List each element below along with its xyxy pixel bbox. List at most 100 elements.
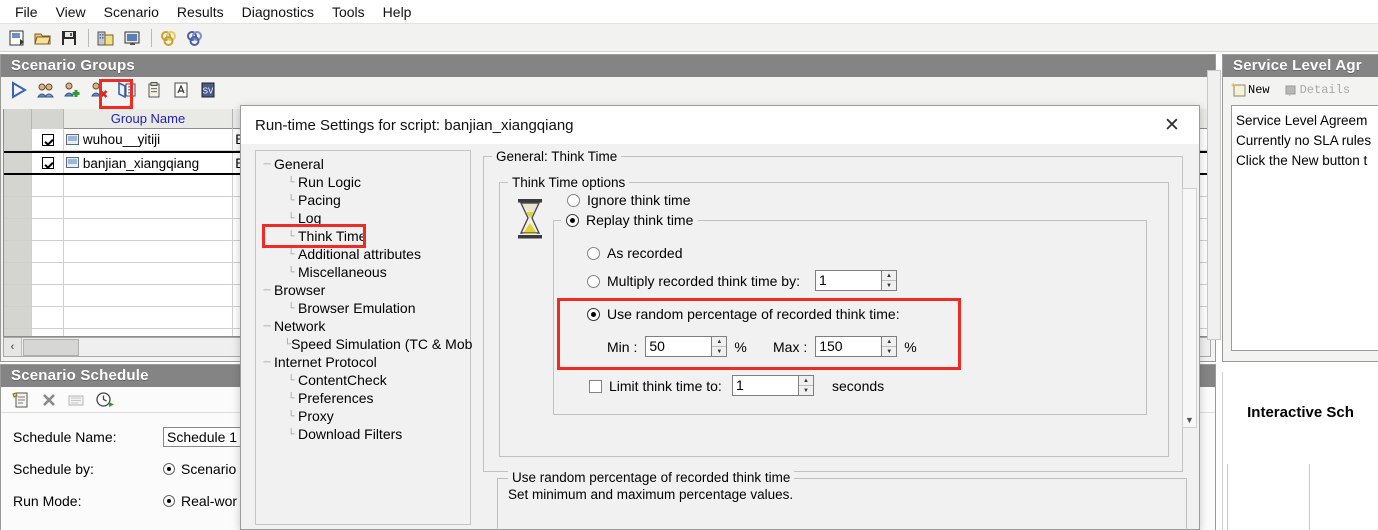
hscroll-thumb[interactable] (23, 338, 79, 356)
multiply-spinner-buttons[interactable]: ▲ ▼ (881, 270, 897, 291)
ignore-think-time-label: Ignore think time (587, 192, 691, 208)
settings-tree[interactable]: ─ General └ Run Logic └ Pacing └ Log └ Think Time… (255, 150, 472, 525)
as-recorded-radio[interactable] (587, 246, 600, 260)
replay-think-time-radio[interactable] (566, 213, 579, 227)
tree-item-speed-simulation-tc-mob[interactable]: └ Speed Simulation (TC & Mob (260, 335, 472, 353)
schedule-clock-icon[interactable] (91, 389, 119, 411)
multiply-value-input[interactable]: 1 (815, 270, 881, 291)
random-percentage-radio[interactable] (587, 307, 600, 321)
limit-think-time-checkbox[interactable] (589, 379, 602, 393)
multiply-radio[interactable] (587, 274, 600, 288)
start-scenario-icon[interactable] (157, 27, 181, 49)
enabled-checkbox[interactable] (42, 157, 55, 169)
tree-item-preferences[interactable]: └ Preferences (260, 389, 470, 407)
close-icon[interactable]: ✕ (1157, 112, 1187, 138)
multiply-think-time-option[interactable]: Multiply recorded think time by: (587, 273, 800, 289)
stop-scenario-icon[interactable] (183, 27, 207, 49)
enabled-checkbox[interactable] (42, 133, 55, 146)
menu-item-diagnostics[interactable]: Diagnostics (233, 2, 323, 22)
max-percentage-input[interactable]: 150 (815, 336, 882, 357)
random-percentage-option[interactable]: Use random percentage of recorded think … (587, 306, 900, 322)
limit-seconds-spinner[interactable]: 1 ▲ ▼ (732, 375, 814, 396)
max-spinner-buttons[interactable]: ▲ ▼ (881, 336, 898, 357)
empty-cell (31, 307, 64, 328)
tree-connector-icon: └ (287, 410, 295, 422)
tree-item-download-filters[interactable]: └ Download Filters (260, 425, 470, 443)
ignore-think-time-option[interactable]: Ignore think time (567, 192, 691, 208)
tree-item-additional-attributes[interactable]: └ Additional attributes (260, 245, 470, 263)
spinner-down-icon[interactable]: ▼ (882, 281, 896, 290)
tree-item-proxy[interactable]: └ Proxy (260, 407, 470, 425)
tree-connector-icon: └ (287, 266, 295, 278)
sv-icon[interactable]: SV (195, 79, 220, 101)
limit-seconds-input[interactable]: 1 (732, 375, 798, 396)
add-group-icon[interactable] (60, 79, 85, 101)
new-sla-button[interactable]: New (1231, 83, 1270, 97)
spinner-up-icon[interactable]: ▲ (712, 337, 727, 347)
col-header-group-name[interactable]: Group Name (64, 109, 234, 129)
spinner-up-icon[interactable]: ▲ (882, 337, 897, 347)
monitor-icon[interactable] (120, 27, 144, 49)
spinner-up-icon[interactable]: ▲ (799, 376, 813, 386)
spinner-up-icon[interactable]: ▲ (882, 271, 896, 281)
tree-item-internet-protocol[interactable]: ─ Internet Protocol (260, 353, 470, 371)
rename-schedule-icon[interactable] (63, 389, 91, 411)
multiply-spinner[interactable]: 1 ▲ ▼ (815, 270, 897, 291)
sla-title: Service Level Agr (1223, 55, 1378, 77)
menu-item-view[interactable]: View (47, 2, 95, 22)
scroll-down-arrow[interactable]: ▼ (1183, 413, 1196, 427)
dialog-vscrollbar[interactable]: ▼ (1182, 188, 1197, 428)
sla-details-button[interactable]: Details (1284, 83, 1350, 97)
menu-item-scenario[interactable]: Scenario (95, 2, 168, 22)
tree-item-think-time[interactable]: └ Think Time (260, 224, 470, 248)
menu-item-file[interactable]: File (6, 2, 47, 22)
details-icon[interactable] (141, 79, 166, 101)
view-script-icon[interactable] (168, 79, 193, 101)
max-percentage-spinner[interactable]: 150 ▲ ▼ (815, 336, 898, 357)
tree-item-network[interactable]: ─ Network (260, 317, 470, 335)
menu-item-tools[interactable]: Tools (323, 2, 374, 22)
groups-vscrollbar[interactable] (1207, 70, 1221, 340)
tree-item-label: Network (274, 318, 326, 334)
tree-item-miscellaneous[interactable]: └ Miscellaneous (260, 263, 470, 281)
scroll-left-arrow[interactable]: ‹ (4, 338, 22, 356)
tree-item-label: Miscellaneous (298, 264, 387, 280)
min-spinner-buttons[interactable]: ▲ ▼ (711, 336, 728, 357)
row-selector[interactable] (4, 153, 32, 173)
tree-item-browser[interactable]: ─ Browser (260, 281, 470, 299)
as-recorded-option[interactable]: As recorded (587, 245, 682, 261)
delete-schedule-icon[interactable] (35, 389, 63, 411)
limit-spinner-buttons[interactable]: ▲ ▼ (798, 375, 814, 396)
row-checkbox-cell[interactable] (31, 129, 64, 150)
spinner-down-icon[interactable]: ▼ (882, 347, 896, 356)
tree-item-contentcheck[interactable]: └ ContentCheck (260, 371, 470, 389)
new-scenario-icon[interactable] (5, 27, 29, 49)
spinner-down-icon[interactable]: ▼ (799, 386, 813, 395)
run-mode-radio[interactable] (163, 495, 175, 507)
limit-think-time-option[interactable]: Limit think time to: (589, 378, 722, 394)
vusers-icon[interactable] (33, 79, 58, 101)
ignore-think-time-radio[interactable] (567, 193, 580, 207)
remove-group-icon[interactable] (87, 79, 112, 101)
min-percentage-spinner[interactable]: 50 ▲ ▼ (645, 336, 728, 357)
menu-item-results[interactable]: Results (168, 2, 233, 22)
tree-connector-icon: └ (287, 176, 295, 188)
row-selector[interactable] (4, 129, 32, 150)
runtime-settings-icon[interactable] (114, 79, 139, 101)
run-group-icon[interactable] (6, 79, 31, 101)
replay-think-time-option[interactable]: Replay think time (561, 212, 699, 228)
tree-item-browser-emulation[interactable]: └ Browser Emulation (260, 299, 470, 317)
min-percentage-input[interactable]: 50 (645, 336, 712, 357)
tree-item-run-logic[interactable]: └ Run Logic (260, 173, 470, 191)
open-folder-icon[interactable] (31, 27, 55, 49)
row-checkbox-cell[interactable] (31, 153, 64, 173)
save-icon[interactable] (57, 27, 81, 49)
spinner-down-icon[interactable]: ▼ (712, 347, 726, 356)
menu-item-help[interactable]: Help (374, 2, 421, 22)
tree-item-general[interactable]: ─ General (260, 155, 470, 173)
generators-icon[interactable] (94, 27, 118, 49)
tree-item-pacing[interactable]: └ Pacing (260, 191, 470, 209)
tree-item-log[interactable]: └ Log (260, 209, 470, 227)
new-schedule-icon[interactable] (7, 389, 35, 411)
schedule-by-radio[interactable] (163, 463, 175, 475)
